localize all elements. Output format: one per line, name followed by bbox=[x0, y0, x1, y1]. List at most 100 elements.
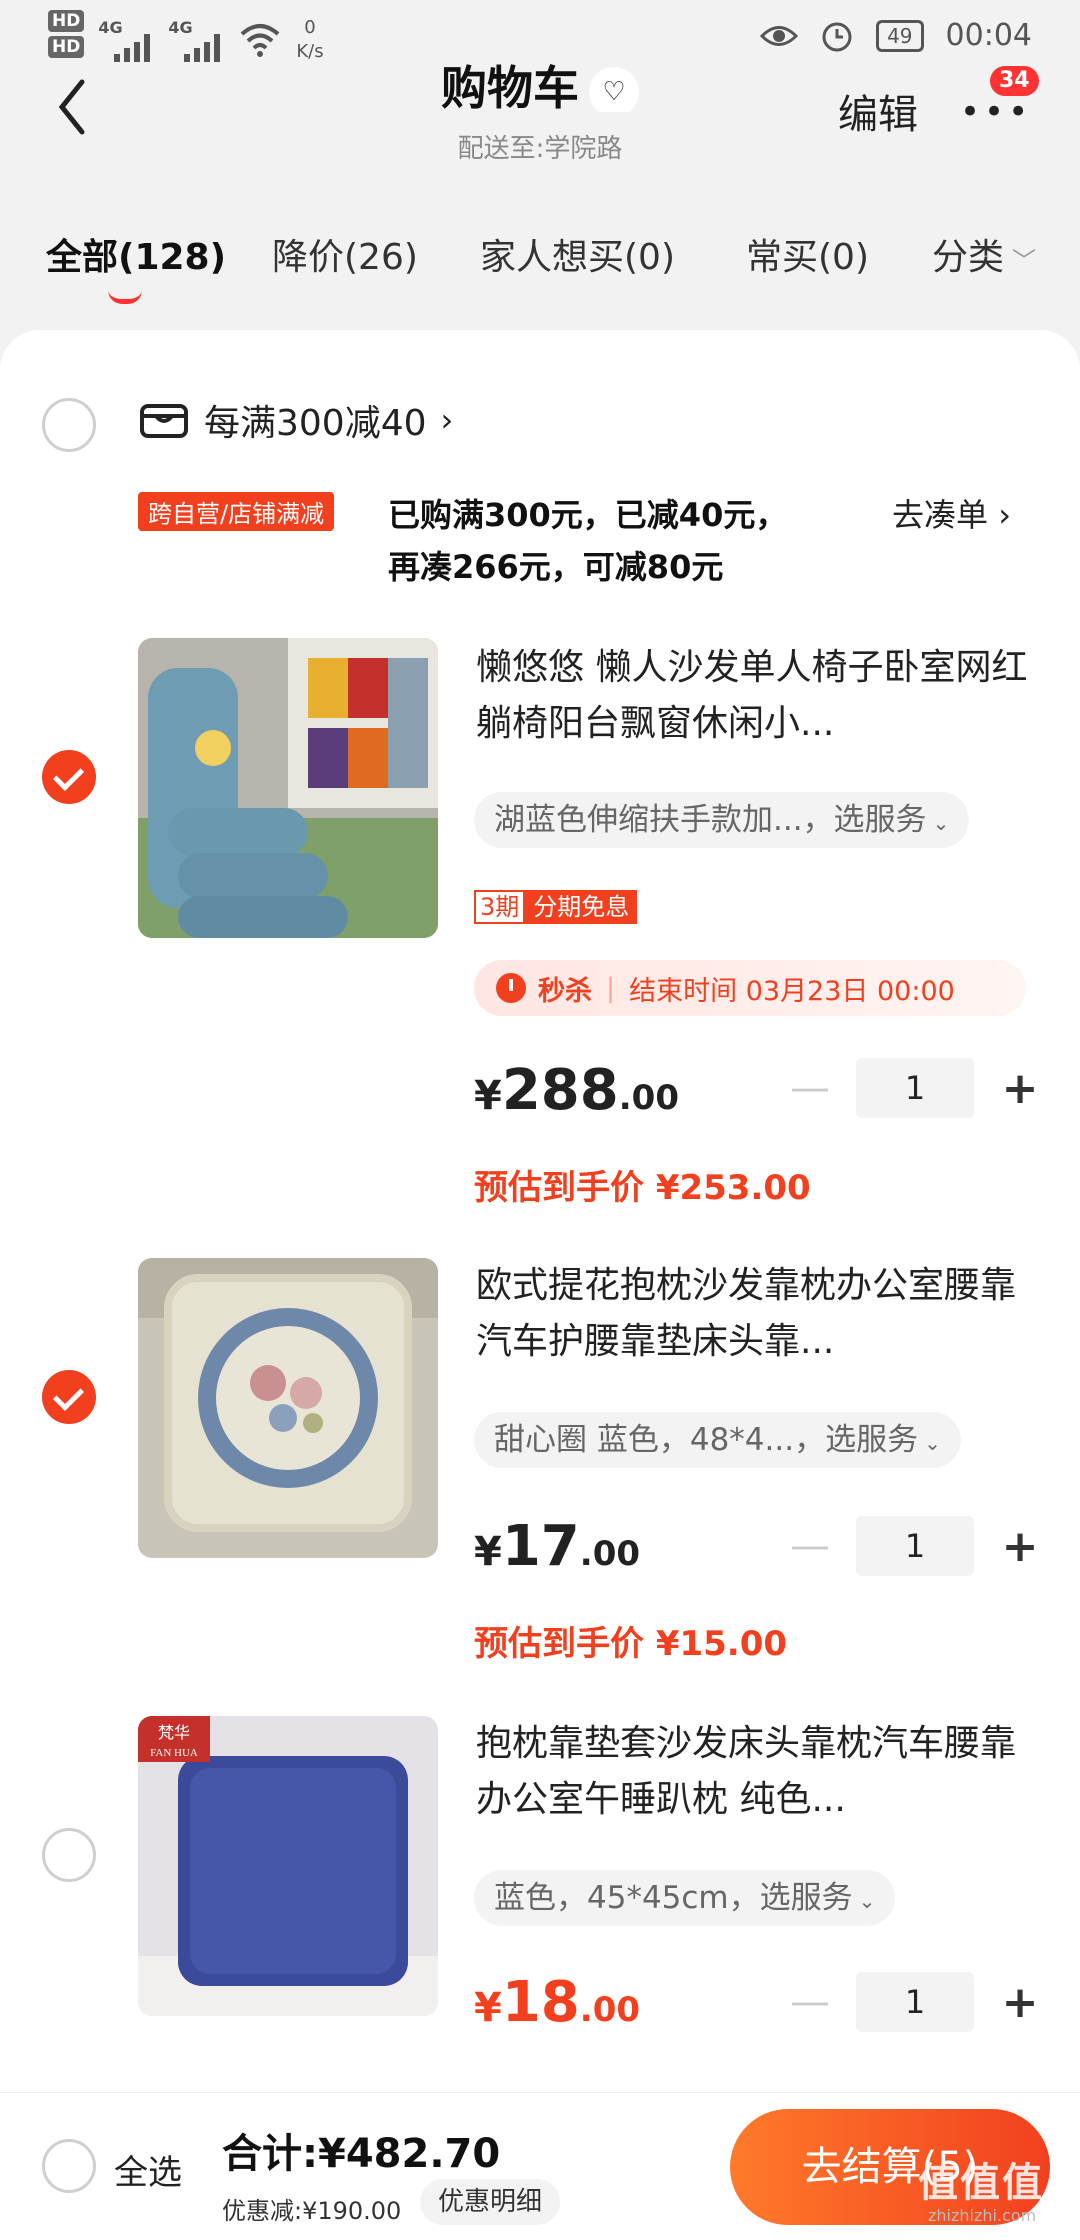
page-title: 购物车 ♡ bbox=[0, 52, 1080, 112]
select-all-label[interactable]: 全选 bbox=[114, 2145, 182, 2194]
chevron-down-icon: ⌄ bbox=[924, 1431, 941, 1455]
shop-promo-header[interactable]: 每满300减40 › bbox=[138, 394, 453, 446]
price-decimal: .00 bbox=[618, 1078, 679, 1118]
tab-price-drop[interactable]: 降价(26) bbox=[272, 228, 418, 280]
delivery-address[interactable]: 配送至:学院路 bbox=[0, 128, 1080, 165]
item-1-title[interactable]: 懒悠悠 懒人沙发单人椅子卧室网红躺椅阳台飘窗休闲小... bbox=[476, 640, 1036, 752]
item-3-title[interactable]: 抱枕靠垫套沙发床头靠枕汽车腰靠办公室午睡趴枕 纯色... bbox=[476, 1716, 1036, 1828]
location-heart-icon[interactable]: ♡ bbox=[589, 66, 639, 112]
eye-icon bbox=[760, 25, 799, 46]
item-3-image[interactable]: 梵华 FAN HUA bbox=[138, 1716, 438, 2016]
tab-all[interactable]: 全部(128) bbox=[46, 228, 226, 280]
watermark-url: zhizhizhi.com bbox=[928, 2206, 1037, 2225]
price-integer: 17 bbox=[501, 1514, 580, 1579]
installment-label: 分期免息 bbox=[525, 890, 638, 924]
item-2-quantity-stepper: — 1 + bbox=[790, 1516, 1040, 1576]
decrease-button[interactable]: — bbox=[790, 1979, 830, 2025]
item-1-estimated-price: 预估到手价 ¥253.00 bbox=[474, 1168, 811, 1208]
cart-shop-card: 每满300减40 › 跨自营/店铺满减 已购满300元，已减40元， 再凑266… bbox=[0, 330, 1080, 2110]
quantity-input[interactable]: 1 bbox=[856, 1972, 974, 2032]
item-1-image[interactable] bbox=[138, 638, 438, 938]
quantity-input[interactable]: 1 bbox=[856, 1516, 974, 1576]
cart-page: HD HD 4G 4G 0 K/s 49 00:04 购物车 ♡ 配送至:学院路… bbox=[0, 0, 1080, 2240]
promo-progress-line1: 已购满300元，已减40元， bbox=[388, 496, 788, 534]
filter-tabs: 全部(128) 降价(26) 家人想买(0) 常买(0) 分类 ﹀ bbox=[0, 228, 1080, 304]
hd-indicators: HD HD bbox=[48, 10, 85, 58]
promo-progress-line2: 再凑266元，可减80元 bbox=[388, 548, 724, 586]
chevron-down-icon: ⌄ bbox=[932, 811, 950, 835]
item-3-checkbox[interactable] bbox=[42, 1828, 96, 1882]
divider: | bbox=[606, 972, 616, 1004]
item-3-spec-text: 蓝色，45*45cm，选服务 bbox=[494, 1880, 853, 1916]
item-2-title[interactable]: 欧式提花抱枕沙发靠枕办公室腰靠汽车护腰靠垫床头靠... bbox=[476, 1258, 1036, 1370]
chevron-right-icon: › bbox=[440, 401, 454, 439]
item-1-installment-badge: 3期 分期免息 bbox=[474, 890, 638, 924]
price-currency: ¥ bbox=[474, 1073, 502, 1119]
speed-value: 0 bbox=[304, 17, 316, 38]
edit-button[interactable]: 编辑 bbox=[838, 82, 918, 140]
decrease-button[interactable]: — bbox=[790, 1523, 830, 1569]
flash-sale-end-time: 结束时间 03月23日 00:00 bbox=[629, 975, 955, 1007]
price-decimal: .00 bbox=[579, 1534, 641, 1574]
blue-pillow-image: 梵华 FAN HUA bbox=[138, 1716, 438, 2016]
lazy-sofa-image bbox=[138, 638, 438, 938]
tab-category-label: 分类 bbox=[932, 237, 1005, 278]
item-1-price: ¥288.00 bbox=[474, 1058, 679, 1123]
brand-logo-en: FAN HUA bbox=[150, 1747, 198, 1759]
item-1-spec-text: 湖蓝色伸缩扶手款加...，选服务 bbox=[494, 802, 927, 838]
tab-frequent[interactable]: 常买(0) bbox=[746, 228, 869, 280]
item-3-quantity-stepper: — 1 + bbox=[790, 1972, 1040, 2032]
item-1-quantity-stepper: — 1 + bbox=[790, 1058, 1040, 1118]
total-amount: 合计:¥482.70 bbox=[222, 2131, 501, 2177]
chevron-down-icon: ﹀ bbox=[1012, 247, 1037, 275]
stopwatch-icon bbox=[496, 973, 526, 1003]
add-more-label: 去凑单 bbox=[892, 496, 989, 534]
discount-detail-button[interactable]: 优惠明细 bbox=[420, 2179, 561, 2225]
increase-button[interactable]: + bbox=[1000, 1977, 1040, 2028]
clock-time: 00:04 bbox=[945, 18, 1032, 53]
price-currency: ¥ bbox=[474, 1529, 502, 1575]
battery-icon: 49 bbox=[876, 19, 924, 52]
message-badge: 34 bbox=[990, 66, 1039, 96]
more-menu-button[interactable]: ••• bbox=[960, 92, 1032, 132]
item-2-checkbox[interactable] bbox=[42, 1370, 96, 1424]
increase-button[interactable]: + bbox=[1000, 1063, 1040, 1114]
item-1-spec-selector[interactable]: 湖蓝色伸缩扶手款加...，选服务 ⌄ bbox=[474, 792, 970, 848]
select-all-checkbox[interactable] bbox=[42, 2139, 96, 2193]
price-integer: 18 bbox=[501, 1970, 580, 2035]
chevron-down-icon: ⌄ bbox=[858, 1889, 876, 1913]
decrease-button[interactable]: — bbox=[790, 1065, 830, 1111]
price-integer: 288 bbox=[501, 1058, 619, 1123]
flash-sale-label: 秒杀 bbox=[538, 975, 592, 1007]
item-2-image[interactable] bbox=[138, 1258, 438, 1558]
item-1-checkbox[interactable] bbox=[42, 750, 96, 804]
cushion-image bbox=[138, 1258, 438, 1558]
discount-amount: 优惠减:¥190.00 bbox=[222, 2197, 402, 2225]
active-tab-indicator bbox=[108, 290, 142, 304]
item-2-estimated-price: 预估到手价 ¥15.00 bbox=[474, 1624, 788, 1664]
alarm-icon bbox=[822, 22, 852, 51]
item-1-flash-sale-banner: 秒杀 | 结束时间 03月23日 00:00 bbox=[474, 960, 1026, 1016]
price-currency: ¥ bbox=[474, 1985, 502, 2031]
increase-button[interactable]: + bbox=[1000, 1521, 1040, 1572]
add-more-link[interactable]: 去凑单 › bbox=[892, 490, 1011, 536]
shop-select-checkbox[interactable] bbox=[42, 398, 96, 452]
status-right: 49 00:04 bbox=[760, 18, 1032, 53]
item-3-spec-selector[interactable]: 蓝色，45*45cm，选服务 ⌄ bbox=[474, 1870, 896, 1926]
promo-tag: 跨自营/店铺满减 bbox=[138, 492, 335, 531]
store-icon bbox=[140, 404, 188, 438]
promo-title: 每满300减40 bbox=[204, 403, 427, 444]
installment-periods: 3期 bbox=[474, 890, 526, 924]
item-2-spec-selector[interactable]: 甜心圈 蓝色，48*4...，选服务 ⌄ bbox=[474, 1412, 961, 1468]
title-text: 购物车 bbox=[441, 61, 579, 112]
item-2-spec-text: 甜心圈 蓝色，48*4...，选服务 bbox=[494, 1422, 919, 1458]
price-decimal: .00 bbox=[579, 1990, 641, 2030]
hd1-icon: HD bbox=[48, 10, 85, 32]
item-3-price: ¥18.00 bbox=[474, 1970, 640, 2035]
tab-category[interactable]: 分类 ﹀ bbox=[932, 228, 1036, 280]
watermark-logo: 值值值 bbox=[918, 2160, 1044, 2206]
brand-logo-cn: 梵华 bbox=[158, 1724, 190, 1742]
item-2-price: ¥17.00 bbox=[474, 1514, 640, 1579]
quantity-input[interactable]: 1 bbox=[856, 1058, 974, 1118]
tab-family-wants[interactable]: 家人想买(0) bbox=[480, 228, 675, 280]
